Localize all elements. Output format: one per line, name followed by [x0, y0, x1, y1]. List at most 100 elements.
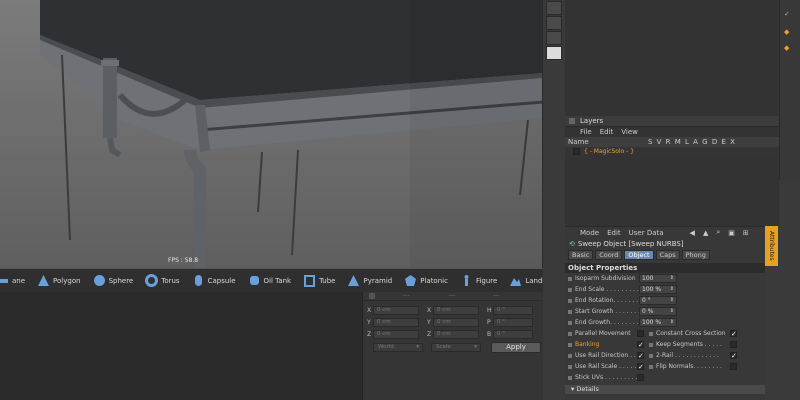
checkbox-right: Constant Cross Section ✓ [649, 330, 737, 338]
property-value-field[interactable]: 100 % ⇕ [639, 318, 677, 327]
new-panel-icon[interactable]: ⊞ [743, 229, 749, 237]
position-field[interactable]: 0 cm [373, 329, 419, 339]
animate-bullet-icon[interactable] [649, 331, 653, 336]
primitive-platonic[interactable]: Platonic [404, 274, 448, 287]
tool-button[interactable] [546, 31, 562, 45]
size-field[interactable]: 0 cm [433, 317, 479, 327]
property-value-field[interactable]: 0 ° ⇕ [639, 296, 677, 305]
checkbox[interactable]: ✓ [637, 363, 644, 371]
layer-visibility-checkbox[interactable] [573, 148, 580, 155]
primitive-landscape[interactable]: Landscape [509, 274, 543, 287]
animate-bullet-icon[interactable] [568, 375, 572, 380]
property-label: End Rotation. . . . . . . [575, 297, 639, 304]
animate-bullet-icon[interactable] [568, 353, 572, 358]
checkbox[interactable] [637, 330, 644, 337]
up-arrow-icon[interactable]: ▲ [703, 229, 708, 237]
tool-button[interactable] [546, 1, 562, 15]
attributes-side-tab[interactable]: Attributes [765, 226, 778, 266]
tab-coord[interactable]: Coord [595, 250, 623, 260]
primitive-figure[interactable]: Figure [460, 274, 497, 287]
checkbox[interactable]: ✓ [637, 341, 644, 349]
pyramid-icon [348, 275, 360, 286]
size-field[interactable]: 0 cm [433, 305, 479, 315]
tab-basic[interactable]: Basic [568, 250, 594, 260]
primitive-oil-tank[interactable]: Oil Tank [248, 274, 291, 287]
primitive-pyramid[interactable]: Pyramid [347, 274, 392, 287]
animate-bullet-icon[interactable] [568, 276, 572, 281]
size-mode-dropdown[interactable]: Scale ▾ [431, 343, 481, 352]
checkbox-right: Flip Normals. . . . . . . . [649, 363, 737, 370]
layers-menu-view[interactable]: View [621, 128, 638, 136]
primitive-capsule[interactable]: Capsule [192, 274, 236, 287]
layers-panel: Layers File Edit View Name S V R M L A G… [565, 116, 779, 226]
checkbox[interactable] [730, 363, 737, 370]
panel-menu-icon[interactable] [369, 293, 375, 299]
attributes-menu-user-data[interactable]: User Data [629, 229, 664, 237]
search-icon[interactable]: ⌕ [716, 228, 720, 237]
panel-grip-icon[interactable] [569, 118, 575, 124]
3d-viewport[interactable]: FPS : 58.8 [0, 0, 543, 268]
attributes-menu-edit[interactable]: Edit [607, 229, 621, 237]
size-field[interactable]: 0 cm [433, 329, 479, 339]
animate-bullet-icon[interactable] [568, 331, 572, 336]
tab-phong[interactable]: Phong [681, 250, 710, 260]
checker-tool-button[interactable] [546, 46, 562, 60]
layers-menu-edit[interactable]: Edit [600, 128, 614, 136]
layers-flag-columns: S V R M L A G D E X [648, 138, 736, 146]
checkbox[interactable]: ✓ [637, 352, 644, 360]
rotation-field[interactable]: 0 ° [493, 329, 533, 339]
animate-bullet-icon[interactable] [649, 353, 653, 358]
position-field[interactable]: 0 cm [373, 317, 419, 327]
rotation-field[interactable]: 0 ° [493, 305, 533, 315]
coordinate-row: X0 cm X 0 cm H 0 ° [367, 305, 533, 315]
back-arrow-icon[interactable]: ◀ [690, 229, 695, 237]
rotation-field[interactable]: 0 ° [493, 317, 533, 327]
checkbox[interactable] [730, 341, 737, 348]
animate-bullet-icon[interactable] [649, 342, 653, 347]
lock-icon[interactable]: ▣ [728, 229, 735, 237]
property-value-field[interactable]: 100 ⇕ [639, 274, 677, 283]
property-label: End Growth. . . . . . . . [575, 319, 639, 326]
primitive-tube[interactable]: Tube [303, 274, 335, 287]
checkbox-row: Use Rail Scale . . . . . . ✓ Flip Normals.… [565, 361, 765, 372]
details-group[interactable]: ▾ Details [565, 385, 765, 394]
tag-icon: ◆ [784, 28, 790, 36]
tool-button[interactable] [546, 16, 562, 30]
attributes-manager: Mode Edit User Data ◀ ▲ ⌕ ▣ ⊞ ⟲ Sweep Ob… [565, 226, 765, 400]
animate-bullet-icon[interactable] [568, 320, 572, 325]
tab-caps[interactable]: Caps [655, 250, 680, 260]
animate-bullet-icon[interactable] [568, 342, 572, 347]
animate-bullet-icon[interactable] [568, 309, 572, 314]
object-tags-strip: ✓ ◆ ◆ [779, 0, 800, 180]
primitive-torus[interactable]: Torus [145, 274, 180, 287]
property-value-field[interactable]: 100 % ⇕ [639, 285, 677, 294]
layer-row[interactable]: { - MagicSolo - } [565, 147, 779, 156]
property-value-field[interactable]: 0 % ⇕ [639, 307, 677, 316]
animate-bullet-icon[interactable] [568, 364, 572, 369]
position-field[interactable]: 0 cm [373, 305, 419, 315]
apply-button[interactable]: Apply [491, 342, 541, 353]
primitives-toolbar: ane Polygon Sphere Torus Capsule Oil Tank Tube… [0, 268, 543, 292]
attribute-tabs: Basic Coord Object Caps Phong [565, 250, 765, 261]
attributes-menubar: Mode Edit User Data ◀ ▲ ⌕ ▣ ⊞ [565, 227, 765, 238]
primitive-polygon[interactable]: Polygon [37, 274, 81, 287]
sphere-icon [93, 275, 105, 286]
animate-bullet-icon[interactable] [568, 298, 572, 303]
primitive-ane[interactable]: ane [0, 274, 25, 287]
tab-object[interactable]: Object [624, 250, 654, 260]
animate-bullet-icon[interactable] [568, 287, 572, 292]
checkbox-label: Constant Cross Section [656, 330, 726, 337]
checkbox[interactable]: ✓ [730, 330, 737, 338]
animate-bullet-icon[interactable] [649, 364, 653, 369]
object-title-row: ⟲ Sweep Object [Sweep NURBS] [565, 238, 765, 250]
checkbox[interactable]: ✓ [730, 352, 737, 360]
layers-menu-file[interactable]: File [580, 128, 592, 136]
coordinate-mode-dropdown[interactable]: World ▾ [373, 343, 423, 352]
torus-icon [145, 274, 159, 287]
primitive-label: Capsule [207, 276, 236, 285]
property-row: Start Growth . . . . . . .0 % ⇕ [565, 306, 765, 317]
attributes-menu-mode[interactable]: Mode [580, 229, 599, 237]
primitive-sphere[interactable]: Sphere [93, 274, 133, 287]
checkbox[interactable] [637, 374, 644, 381]
layer-name[interactable]: { - MagicSolo - } [584, 148, 634, 155]
